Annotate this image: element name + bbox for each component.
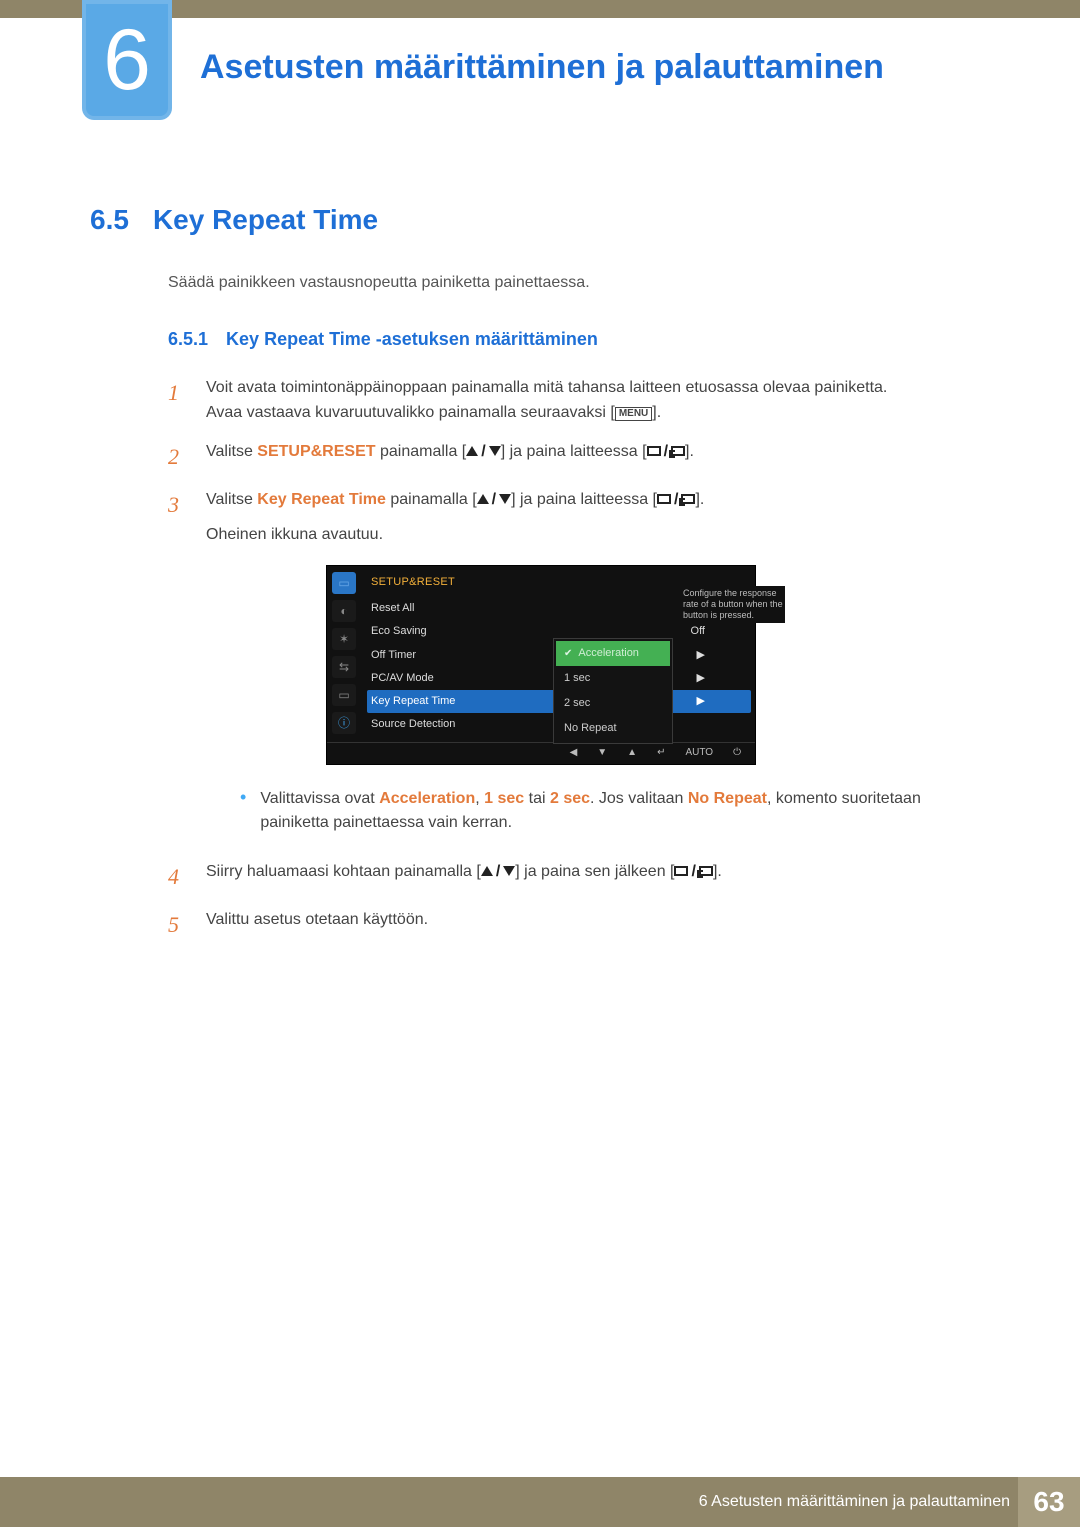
t: painamalla [: [376, 443, 467, 460]
rect-icon: [647, 446, 661, 456]
rect-icon: [657, 494, 671, 504]
osd-popup-norepeat: No Repeat: [556, 716, 670, 741]
t: Valitse: [206, 443, 257, 460]
t: ] ja paina laitteessa [: [501, 443, 647, 460]
step-5: 5 Valittu asetus otetaan käyttöön.: [168, 908, 990, 942]
t: ].: [695, 491, 704, 508]
osd-side-icon: ⓘ: [332, 712, 356, 734]
osd-popup-2sec: 2 sec: [556, 691, 670, 716]
chapter-number: 6: [103, 17, 151, 103]
em-norepeat: No Repeat: [688, 790, 767, 807]
step3-bullet: • Valittavissa ovat Acceleration, 1 sec …: [206, 787, 990, 837]
em-2sec: 2 sec: [550, 790, 590, 807]
osd-main-panel: SETUP&RESET Reset All Eco SavingOff Off …: [361, 566, 755, 741]
subsection-heading: 6.5.1 Key Repeat Time -asetuksen määritt…: [90, 326, 990, 354]
osd-popup: Acceleration 1 sec 2 sec No Repeat: [553, 638, 673, 744]
footer-page-number: 63: [1018, 1477, 1080, 1527]
t: Valitse: [206, 491, 257, 508]
step-2: 2 Valitse SETUP&RESET painamalla [ / ] ja …: [168, 440, 990, 474]
step-body: Valittu asetus otetaan käyttöön.: [206, 908, 990, 942]
page-footer: 6 Asetusten määrittäminen ja palauttamin…: [0, 1477, 1080, 1527]
bullet-text: Valittavissa ovat Acceleration, 1 sec ta…: [260, 787, 990, 837]
section-lead: Säädä painikkeen vastausnopeutta painike…: [90, 271, 990, 296]
step1-line1: Voit avata toimintonäppäinoppaan painama…: [206, 379, 887, 396]
menu-glyph: MENU: [615, 407, 652, 421]
em-1sec: 1 sec: [484, 790, 524, 807]
up-arrow-icon: [481, 866, 493, 876]
osd-footer-auto: AUTO: [685, 745, 713, 761]
chapter-number-badge: 6: [82, 0, 172, 120]
chapter-title: Asetusten määrittäminen ja palauttaminen: [200, 18, 1080, 87]
osd-side-icon: ⇆: [332, 656, 356, 678]
t: ].: [685, 443, 694, 460]
step-number: 4: [168, 860, 188, 894]
osd-footer-up-icon: ▲: [627, 745, 637, 761]
osd-popup-accel: Acceleration: [556, 641, 670, 666]
osd-sidebar: ▭ ◐ ✶ ⇆ ▭ ⓘ: [327, 566, 361, 741]
bullet-dot-icon: •: [240, 787, 246, 837]
subsection-number: 6.5.1: [168, 326, 208, 354]
em-acceleration: Acceleration: [379, 790, 475, 807]
step1-line2b: ].: [652, 404, 661, 421]
down-arrow-icon: [489, 446, 501, 456]
slash: /: [489, 491, 499, 508]
down-arrow-icon: [499, 494, 511, 504]
step-body: Voit avata toimintonäppäinoppaan painama…: [206, 376, 990, 426]
osd-side-icon: ▭: [332, 684, 356, 706]
osd-side-icon: ◐: [332, 600, 356, 622]
section-number: 6.5: [90, 198, 129, 241]
step3-follow: Oheinen ikkuna avautuu.: [206, 523, 990, 548]
step-number: 5: [168, 908, 188, 942]
key-repeat-label: Key Repeat Time: [257, 491, 386, 508]
section-heading: 6.5 Key Repeat Time: [90, 198, 990, 241]
osd-footer-power-icon: ⏻: [733, 745, 741, 761]
up-arrow-icon: [466, 446, 478, 456]
source-icon: [681, 494, 695, 504]
step-body: Valitse Key Repeat Time painamalla [ / ] j…: [206, 488, 990, 847]
content-area: 6.5 Key Repeat Time Säädä painikkeen vas…: [0, 138, 1080, 942]
osd-hint-text: Configure the response rate of a button …: [681, 586, 785, 624]
source-icon: [671, 446, 685, 456]
footer-chapter-label: 6 Asetusten määrittäminen ja palauttamin…: [699, 1493, 1018, 1511]
step-number: 1: [168, 376, 188, 426]
rect-icon: [674, 866, 688, 876]
down-arrow-icon: [503, 866, 515, 876]
section-title: Key Repeat Time: [153, 198, 378, 241]
osd-screenshot: ▭ ◐ ✶ ⇆ ▭ ⓘ SETUP&RESET Reset All: [326, 565, 990, 764]
setup-reset-label: SETUP&RESET: [257, 443, 375, 460]
osd-side-icon: ✶: [332, 628, 356, 650]
chapter-header: 6 Asetusten määrittäminen ja palauttamin…: [0, 18, 1080, 138]
step-body: Siirry haluamaasi kohtaan painamalla [/]…: [206, 860, 990, 894]
osd-footer-left-icon: ◀: [570, 745, 578, 761]
steps-list: 1 Voit avata toimintonäppäinoppaan paina…: [90, 376, 990, 942]
subsection-title: Key Repeat Time -asetuksen määrittäminen: [226, 326, 598, 354]
step-number: 3: [168, 488, 188, 847]
osd-footer: ◀ ▼ ▲ ↵ AUTO ⏻: [327, 742, 755, 764]
slash: /: [478, 443, 488, 460]
source-icon: [699, 866, 713, 876]
osd-footer-down-icon: ▼: [597, 745, 607, 761]
t: painamalla [: [386, 491, 477, 508]
osd-popup-1sec: 1 sec: [556, 666, 670, 691]
osd-window: ▭ ◐ ✶ ⇆ ▭ ⓘ SETUP&RESET Reset All: [326, 565, 756, 764]
step-1: 1 Voit avata toimintonäppäinoppaan paina…: [168, 376, 990, 426]
osd-footer-enter-icon: ↵: [657, 745, 665, 761]
step-4: 4 Siirry haluamaasi kohtaan painamalla […: [168, 860, 990, 894]
step-3: 3 Valitse Key Repeat Time painamalla [ /]…: [168, 488, 990, 847]
step1-line2a: Avaa vastaava kuvaruutuvalikko painamall…: [206, 404, 615, 421]
step-body: Valitse SETUP&RESET painamalla [ / ] ja pa…: [206, 440, 990, 474]
up-arrow-icon: [477, 494, 489, 504]
osd-side-icon-display: ▭: [332, 572, 356, 594]
slash: /: [493, 863, 503, 880]
step-number: 2: [168, 440, 188, 474]
t: ] ja paina laitteessa [: [511, 491, 657, 508]
